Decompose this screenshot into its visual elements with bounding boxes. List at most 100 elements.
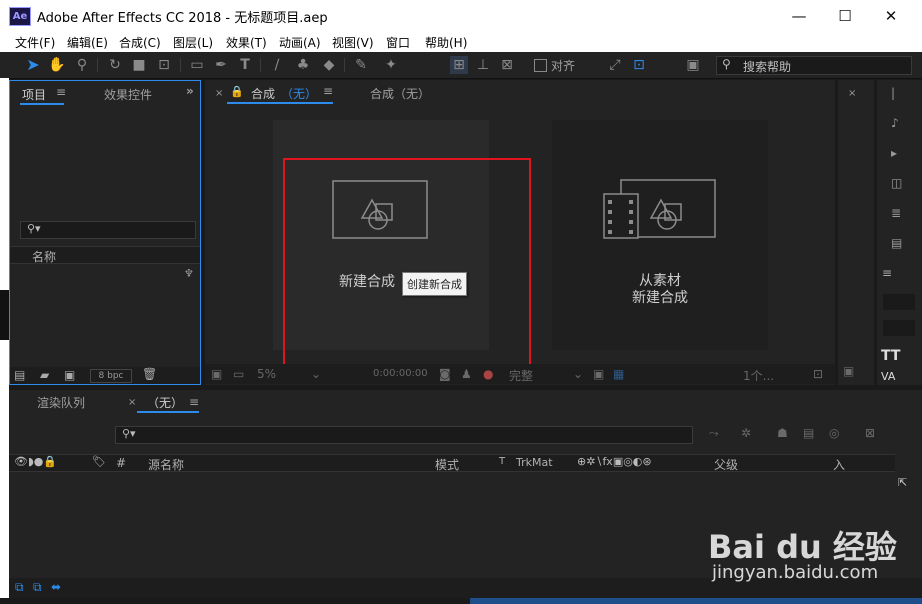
column-name[interactable]: 名称 <box>32 248 56 265</box>
new-composition-from-footage-card[interactable]: 从素材 新建合成 <box>552 120 768 350</box>
brush-tool-icon[interactable]: ∕ <box>268 56 286 74</box>
menu-window[interactable]: 窗口 <box>386 34 410 51</box>
audio-icon[interactable]: ♪ <box>891 116 899 130</box>
views-dropdown[interactable]: 1个... <box>743 367 774 384</box>
menu-help[interactable]: 帮助(H) <box>425 34 467 51</box>
rotate-tool-icon[interactable]: ↻ <box>106 56 124 74</box>
in-out-toggle-icon[interactable]: ⬌ <box>51 580 61 594</box>
rectangle-tool-icon[interactable]: ▭ <box>188 56 206 74</box>
puppet-pin-tool-icon[interactable]: ✦ <box>382 56 400 74</box>
column-source-name[interactable]: 源名称 <box>148 456 184 473</box>
close-tab-icon[interactable]: × <box>848 88 856 99</box>
new-folder-icon[interactable]: ▰ <box>40 368 49 382</box>
tab-composition-inactive[interactable]: 合成（无） <box>370 85 430 102</box>
av-features-icons[interactable]: 👁◗●🔒 <box>14 455 57 468</box>
snapshot-icon[interactable]: ◙ <box>439 367 451 381</box>
workspace-icon[interactable]: ▣ <box>684 56 702 74</box>
tab-project[interactable]: 项目 <box>22 86 46 103</box>
zoom-dropdown[interactable]: 5% <box>257 367 276 381</box>
text-tool-icon[interactable]: T <box>236 56 254 74</box>
column-trkmat[interactable]: TrkMat <box>516 456 553 469</box>
menu-animation[interactable]: 动画(A) <box>279 34 321 51</box>
resolution-dropdown[interactable]: 完整 <box>509 367 533 384</box>
show-snapshot-icon[interactable]: ♟ <box>461 367 472 381</box>
world-axis-icon[interactable]: ⊥ <box>474 56 492 74</box>
menu-effect[interactable]: 效果(T) <box>226 34 267 51</box>
timeline-search-input[interactable]: ⚲▾ <box>115 426 693 444</box>
tab-effect-controls[interactable]: 效果控件 <box>104 86 152 103</box>
transparency-grid-icon[interactable]: ▦ <box>613 367 624 381</box>
close-tab-icon[interactable]: × <box>215 88 223 99</box>
column-mode[interactable]: 模式 <box>435 456 459 473</box>
tab-composition-active[interactable]: 合成 <box>251 85 275 102</box>
panel-menu-icon[interactable]: ≡ <box>56 85 66 99</box>
shy-layers-icon[interactable]: ☗ <box>777 426 788 440</box>
menu-edit[interactable]: 编辑(E) <box>67 34 108 51</box>
graph-editor-icon[interactable]: ⊠ <box>865 426 875 440</box>
always-preview-icon[interactable]: ▣ <box>211 367 222 381</box>
tracking-icon[interactable]: VA <box>881 370 895 383</box>
eraser-tool-icon[interactable]: ◆ <box>320 56 338 74</box>
zoom-tool-icon[interactable]: ⚲ <box>73 56 91 74</box>
pen-tool-icon[interactable]: ✒ <box>212 56 230 74</box>
pan-behind-tool-icon[interactable]: ⊡ <box>155 56 173 74</box>
column-parent[interactable]: 父级 <box>714 456 738 473</box>
local-axis-icon[interactable]: ⊞ <box>450 56 468 74</box>
draft-3d-icon[interactable]: ✲ <box>741 426 751 440</box>
motion-blur-icon[interactable]: ◎ <box>829 426 839 440</box>
align-checkbox[interactable] <box>534 59 547 72</box>
font-dropdown[interactable] <box>883 294 915 310</box>
timecode-display[interactable]: 0:00:00:00 <box>373 368 428 379</box>
close-button[interactable]: ✕ <box>868 0 914 31</box>
switches-icons[interactable]: ⊕✲∖fx▣◎◐⊛ <box>577 455 652 468</box>
info-icon[interactable]: | <box>891 86 895 100</box>
font-style-dropdown[interactable] <box>883 320 915 336</box>
project-search-input[interactable]: ⚲▾ <box>20 221 196 239</box>
column-t[interactable]: T <box>499 456 505 467</box>
selection-tool-icon[interactable]: ➤ <box>24 56 42 74</box>
menu-composition[interactable]: 合成(C) <box>119 34 161 51</box>
preview-panel-icon[interactable]: ▸ <box>891 146 897 160</box>
panel-menu-icon[interactable]: ≡ <box>882 266 892 280</box>
help-search-box[interactable]: ⚲ 搜索帮助 <box>716 56 912 75</box>
color-channel-icon[interactable]: ● <box>483 367 493 381</box>
panel-overflow-icon[interactable]: » <box>186 84 194 98</box>
comp-flowchart-icon[interactable]: ⊡ <box>813 367 823 381</box>
menu-file[interactable]: 文件(F) <box>15 34 55 51</box>
menu-layer[interactable]: 图层(L) <box>173 34 213 51</box>
region-of-interest-icon[interactable]: ▣ <box>593 367 604 381</box>
lock-icon[interactable]: 🔒 <box>230 85 244 98</box>
timeline-navigator-icon[interactable]: ⇱ <box>898 476 907 489</box>
frame-blending-icon[interactable]: ▤ <box>803 426 814 440</box>
bit-depth-button[interactable]: 8 bpc <box>90 369 132 383</box>
new-composition-icon[interactable]: ▣ <box>64 368 75 382</box>
column-number[interactable]: # <box>116 456 126 470</box>
align-panel-icon[interactable]: ≣ <box>891 206 901 220</box>
libraries-icon[interactable]: ▤ <box>891 236 902 250</box>
maximize-button[interactable]: ☐ <box>822 0 868 31</box>
layer-switches-toggle-icon[interactable]: ⧉ <box>15 580 24 595</box>
comp-mini-flowchart-icon[interactable]: ⤳ <box>709 426 719 441</box>
transfer-controls-toggle-icon[interactable]: ⧉ <box>33 580 42 595</box>
menu-view[interactable]: 视图(V) <box>332 34 374 51</box>
delete-icon[interactable]: 🗑 <box>142 367 157 381</box>
label-icon[interactable]: 🏷 <box>92 455 106 468</box>
view-axis-icon[interactable]: ⊠ <box>498 56 516 74</box>
roto-brush-tool-icon[interactable]: ✎ <box>352 56 370 74</box>
text-size-icon[interactable]: TT <box>881 348 900 364</box>
interpret-footage-icon[interactable]: ▤ <box>14 368 25 382</box>
tab-render-queue[interactable]: 渲染队列 <box>37 394 85 411</box>
panel-menu-icon[interactable]: ≡ <box>323 84 333 98</box>
snapping-icon[interactable]: ⤢ <box>606 56 624 74</box>
panel-menu-icon[interactable]: ≡ <box>189 395 199 409</box>
preview-icon[interactable]: ▣ <box>843 364 854 378</box>
hand-tool-icon[interactable]: ✋ <box>48 56 66 74</box>
close-tab-icon[interactable]: × <box>128 397 136 408</box>
tab-timeline-none[interactable]: （无） <box>147 394 183 411</box>
monitor-icon[interactable]: ▭ <box>233 367 244 381</box>
help-search-input[interactable]: 搜索帮助 <box>743 58 791 75</box>
camera-tool-icon[interactable]: ■ <box>130 56 148 74</box>
effects-presets-icon[interactable]: ◫ <box>891 176 902 190</box>
minimize-button[interactable]: — <box>776 0 822 31</box>
clone-stamp-tool-icon[interactable]: ♣ <box>294 56 312 74</box>
